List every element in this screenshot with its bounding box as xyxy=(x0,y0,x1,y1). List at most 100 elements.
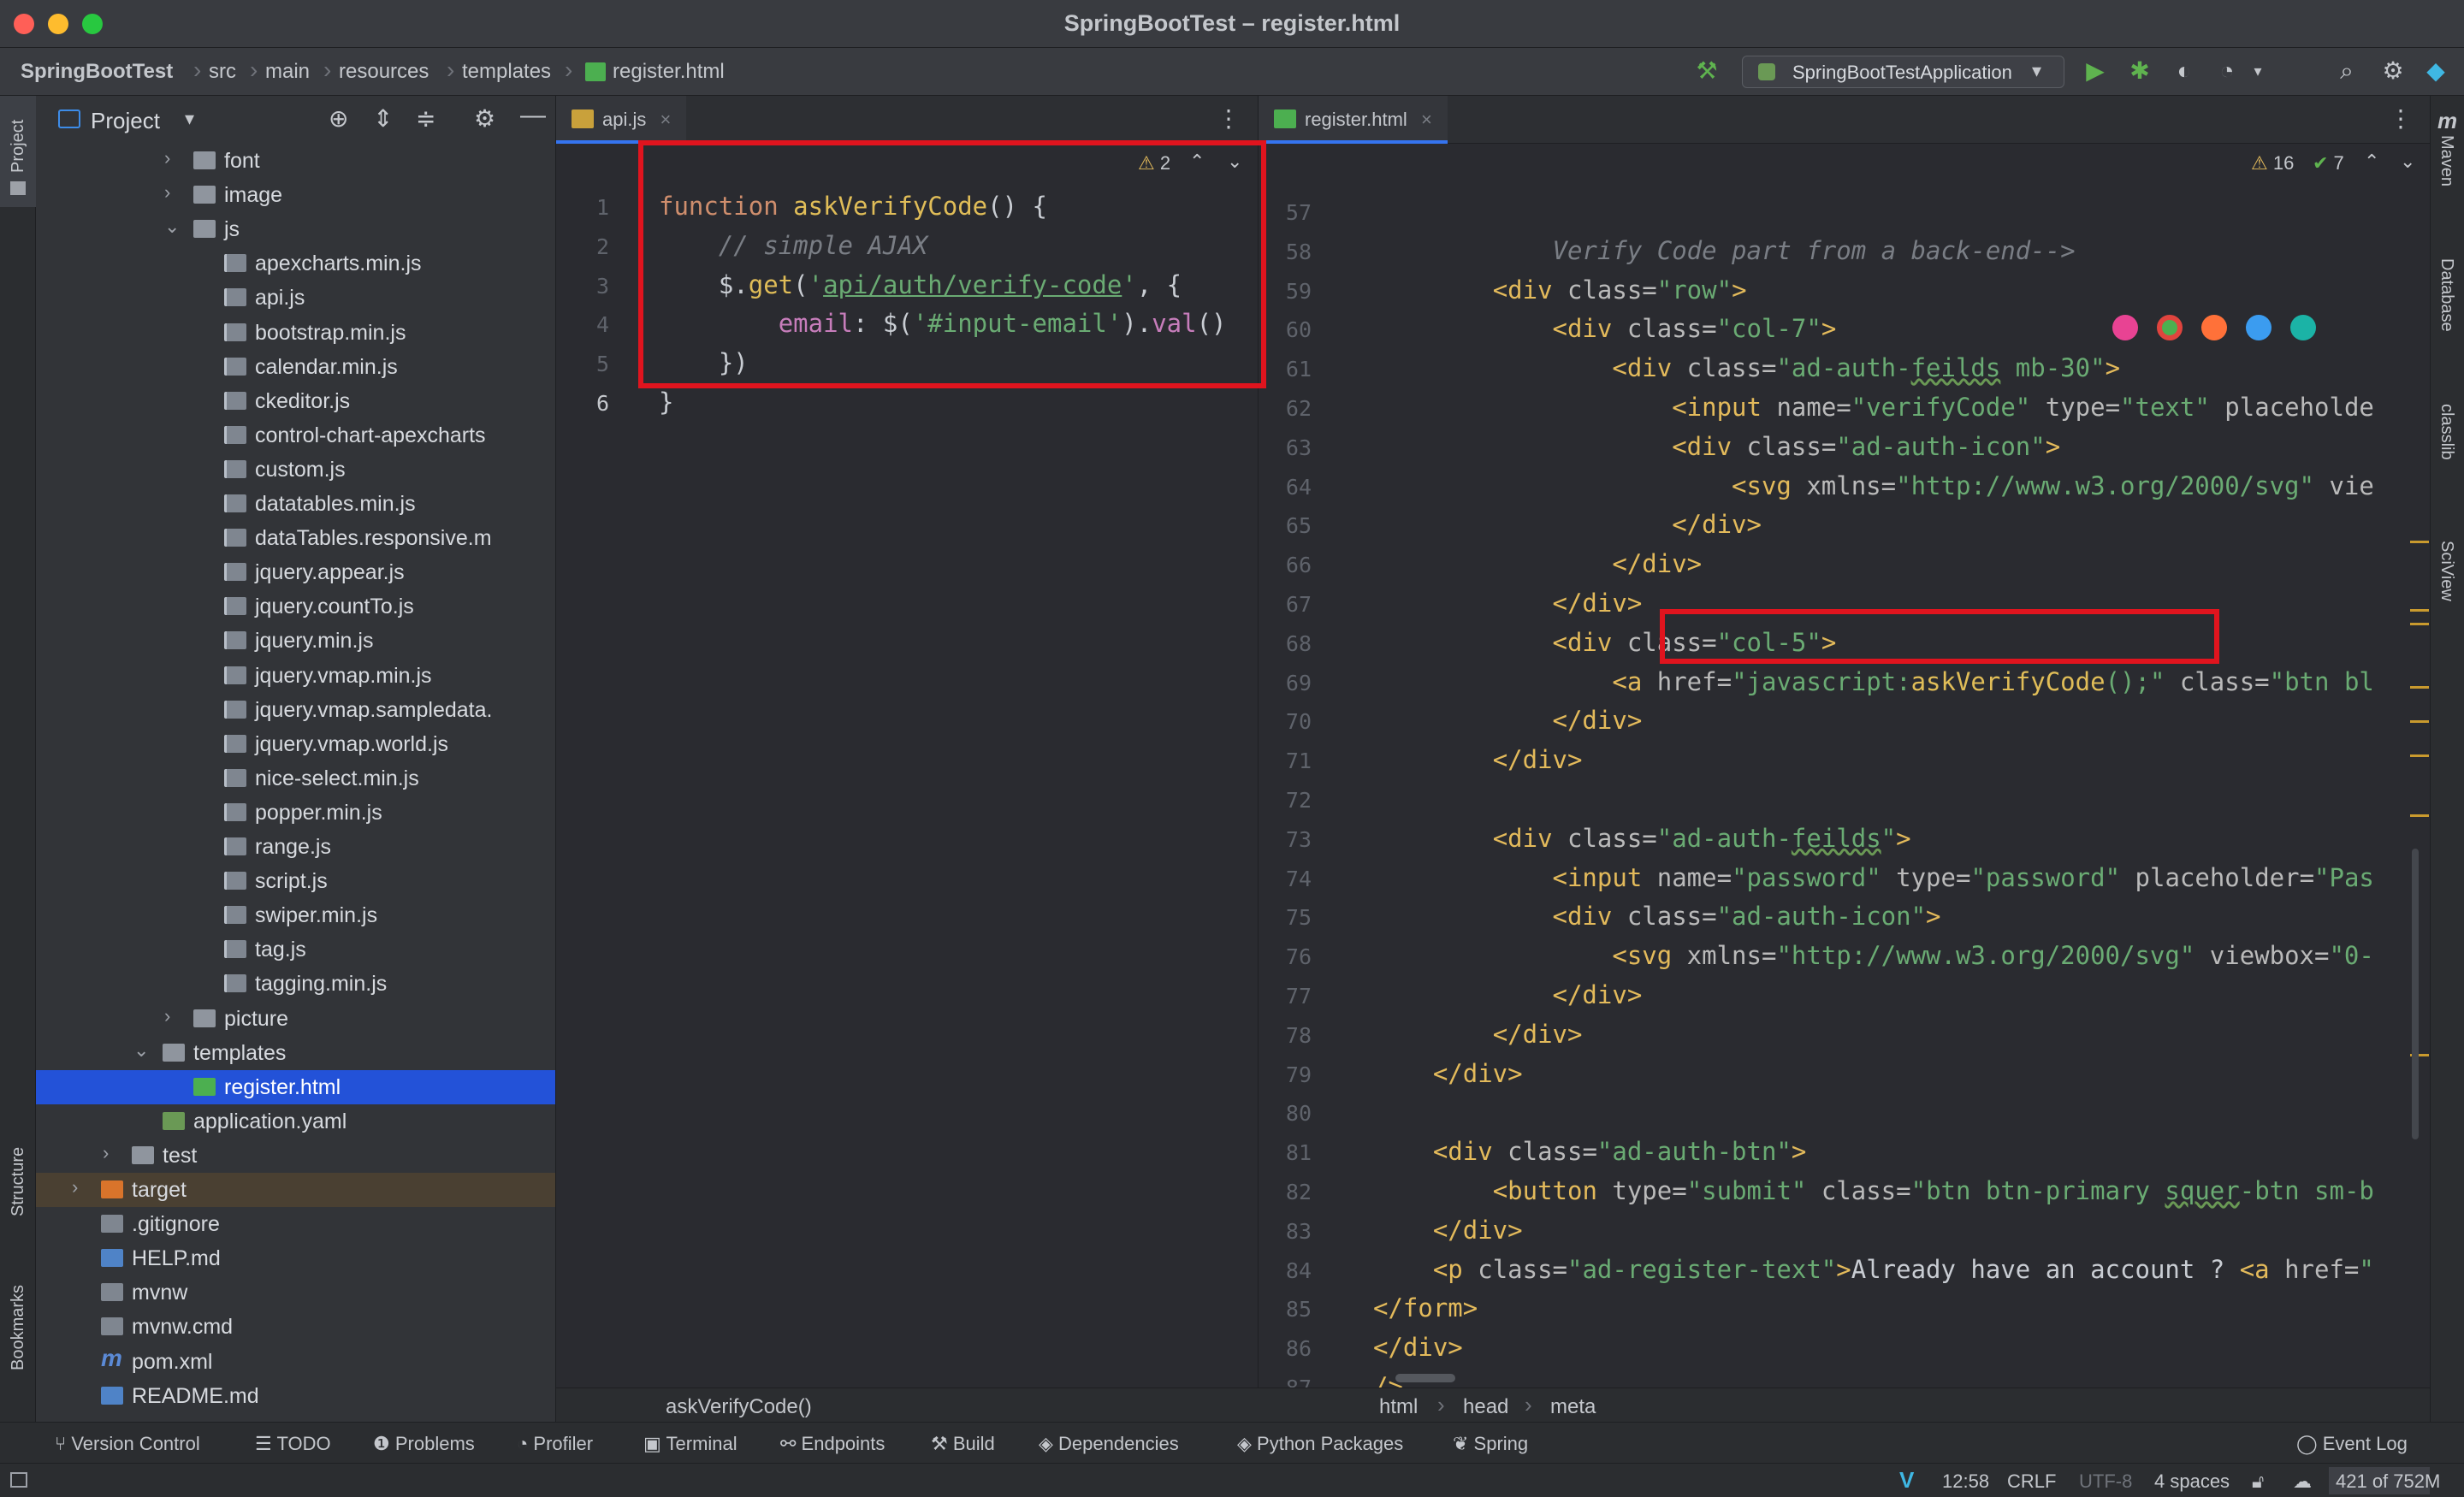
tree-item[interactable]: mvnw.cmd xyxy=(36,1310,555,1344)
tree-item[interactable]: tag.js xyxy=(36,932,555,967)
toggle-tool-windows-icon[interactable] xyxy=(10,1472,27,1488)
cloud-settings-icon[interactable]: ☁ xyxy=(2293,1470,2312,1493)
code-line[interactable]: <svg xmlns="http://www.w3.org/2000/svg" … xyxy=(1373,471,2374,500)
code-line[interactable]: <div class="ad-auth-feilds mb-30"> xyxy=(1373,353,2120,382)
intellij-browser-icon[interactable] xyxy=(2112,315,2138,340)
tree-item[interactable]: mvnw xyxy=(36,1275,555,1310)
html-crumb[interactable]: html xyxy=(1379,1395,1418,1419)
tool-profiler[interactable]: ◔ Profiler xyxy=(517,1433,593,1455)
indent-setting[interactable]: 4 spaces xyxy=(2154,1470,2230,1493)
vertical-scrollbar[interactable] xyxy=(2412,849,2419,1139)
code-line[interactable]: $.get('api/auth/verify-code', { xyxy=(659,270,1182,299)
code-line[interactable]: <div class="ad-auth-icon"> xyxy=(1373,902,1941,931)
firefox-icon[interactable] xyxy=(2201,315,2227,340)
maven-icon[interactable]: m xyxy=(2437,108,2457,134)
tree-item[interactable]: register.html xyxy=(36,1069,555,1104)
debug-bug-icon[interactable]: ✱ xyxy=(2125,56,2154,86)
breadcrumb-file[interactable]: register.html xyxy=(613,60,725,84)
tree-item[interactable]: README.md xyxy=(36,1379,555,1413)
tree-item[interactable]: application.yaml xyxy=(36,1104,555,1139)
jetbrains-toolbox-icon[interactable]: ◆ xyxy=(2421,56,2450,86)
meta-crumb[interactable]: meta xyxy=(1550,1395,1596,1419)
code-line[interactable]: <input name="verifyCode" type="text" pla… xyxy=(1373,393,2374,422)
next-highlight-icon[interactable]: ⌄ xyxy=(2400,151,2415,173)
tree-item[interactable]: custom.js xyxy=(36,453,555,487)
close-icon[interactable]: × xyxy=(1421,109,1432,130)
previous-highlight-icon[interactable]: ⌃ xyxy=(2364,151,2379,173)
tree-item[interactable]: dataTables.responsive.m xyxy=(36,521,555,555)
tree-item[interactable]: ⌄ js xyxy=(36,212,555,246)
tool-dependencies[interactable]: ◈ Dependencies xyxy=(1039,1433,1179,1455)
tree-item[interactable]: › image xyxy=(36,178,555,212)
tree-item[interactable]: jquery.vmap.min.js xyxy=(36,659,555,693)
build-hammer-icon[interactable]: ⚒ xyxy=(1692,56,1721,86)
code-line[interactable]: email: $('#input-email').val() xyxy=(659,309,1227,338)
tree-item[interactable]: nice-select.min.js xyxy=(36,761,555,796)
more-options-icon[interactable]: ⋮ xyxy=(1217,104,1241,133)
tool-problems[interactable]: ❶ Problems xyxy=(373,1433,475,1455)
code-line[interactable]: </div> xyxy=(1373,589,1643,618)
line-separator[interactable]: CRLF xyxy=(2007,1470,2056,1493)
chevron-right-icon[interactable]: › xyxy=(164,181,170,204)
code-line[interactable]: </div> xyxy=(1373,745,1583,774)
chevron-right-icon[interactable]: › xyxy=(72,1176,78,1198)
maven-tool-tab[interactable]: Maven xyxy=(2437,135,2456,186)
code-line[interactable]: function askVerifyCode() { xyxy=(659,192,1047,221)
classlib-tool-tab[interactable]: classlib xyxy=(2437,404,2456,460)
profile-icon[interactable]: ◔ xyxy=(2212,56,2242,86)
tree-item[interactable]: › picture xyxy=(36,1002,555,1036)
tool-spring[interactable]: ❦ Spring xyxy=(1453,1433,1528,1455)
tool-python-packages[interactable]: ◈ Python Packages xyxy=(1237,1433,1403,1455)
edge-icon[interactable] xyxy=(2290,315,2316,340)
tool-event-log[interactable]: ◯ Event Log xyxy=(2296,1433,2408,1455)
code-line[interactable]: }) xyxy=(659,348,749,377)
code-area[interactable]: Verify Code part from a back-end--> <div… xyxy=(1373,144,2430,1388)
code-line[interactable]: <a href="javascript:askVerifyCode();" cl… xyxy=(1373,667,2374,696)
code-line[interactable]: <div class="col-7"> xyxy=(1373,314,1837,343)
tree-item[interactable]: jquery.appear.js xyxy=(36,555,555,589)
tree-item[interactable]: jquery.vmap.sampledata. xyxy=(36,693,555,727)
code-area[interactable]: function askVerifyCode() { // simple AJA… xyxy=(659,144,1258,1388)
gear-icon[interactable]: ⚙ xyxy=(474,104,495,133)
breadcrumb-project[interactable]: SpringBootTest xyxy=(21,60,173,84)
warning-icon[interactable]: ⚠ 2 xyxy=(1138,152,1170,175)
function-context-label[interactable]: askVerifyCode() xyxy=(666,1395,812,1419)
code-line[interactable]: <svg xmlns="http://www.w3.org/2000/svg" … xyxy=(1373,941,2374,970)
code-line[interactable]: // simple AJAX xyxy=(659,231,927,260)
gear-icon[interactable]: ⚙ xyxy=(2378,56,2408,86)
code-line[interactable]: </div> xyxy=(1373,980,1643,1009)
code-line[interactable]: Verify Code part from a back-end--> xyxy=(1373,236,2076,265)
chevron-down-icon[interactable]: ⌄ xyxy=(164,216,180,238)
code-line[interactable]: <div class="col-5"> xyxy=(1373,628,1837,657)
close-icon[interactable]: × xyxy=(660,109,671,130)
code-line[interactable]: </div> xyxy=(1373,1020,1583,1049)
locate-file-icon[interactable]: ⊕ xyxy=(329,104,348,133)
tool-version-control[interactable]: ⑂ Version Control xyxy=(55,1433,200,1455)
chevron-down-icon[interactable]: ▾ xyxy=(185,108,194,130)
breadcrumb-templates[interactable]: templates xyxy=(462,60,551,84)
chevron-down-icon[interactable]: ⌄ xyxy=(133,1039,149,1062)
code-line[interactable]: <div class="ad-auth-feilds"> xyxy=(1373,824,1911,853)
run-configuration-select[interactable]: SpringBootTestApplication ▾ xyxy=(1742,56,2064,88)
tree-item[interactable]: › test xyxy=(36,1139,555,1173)
collapse-all-icon[interactable]: ≑ xyxy=(416,104,435,133)
database-tool-tab[interactable]: Database xyxy=(2437,258,2456,332)
tree-item[interactable]: jquery.min.js xyxy=(36,624,555,658)
structure-tool-tab[interactable]: Structure xyxy=(9,1147,28,1216)
more-options-icon[interactable]: ⋮ xyxy=(2389,104,2413,133)
code-line[interactable]: </div> xyxy=(1373,549,1702,578)
safari-icon[interactable] xyxy=(2246,315,2272,340)
code-line[interactable]: <p class="ad-register-text">Already have… xyxy=(1373,1255,2374,1284)
tree-item[interactable]: swiper.min.js xyxy=(36,898,555,932)
tree-item[interactable]: HELP.md xyxy=(36,1241,555,1275)
chevron-down-icon[interactable]: ▾ xyxy=(2243,56,2272,86)
hide-panel-icon[interactable]: — xyxy=(520,101,546,130)
tree-item[interactable]: m pom.xml xyxy=(36,1345,555,1379)
expand-all-icon[interactable]: ⇕ xyxy=(373,104,393,133)
code-line[interactable]: <div class="ad-auth-icon"> xyxy=(1373,432,2060,461)
tree-item[interactable]: popper.min.js xyxy=(36,796,555,830)
tree-item[interactable]: bootstrap.min.js xyxy=(36,316,555,350)
project-tool-tab[interactable]: Project xyxy=(0,96,36,207)
horizontal-scrollbar[interactable] xyxy=(1395,1374,1455,1382)
code-line[interactable]: </div> xyxy=(1373,706,1643,735)
